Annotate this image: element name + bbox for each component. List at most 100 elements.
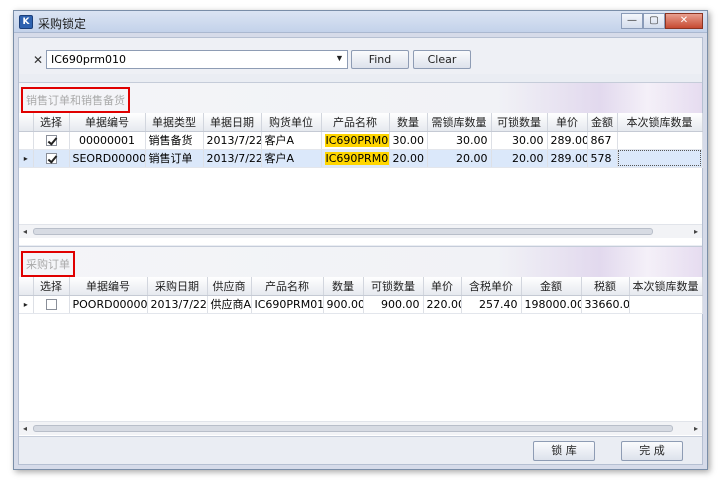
select-checkbox[interactable] [45,153,57,164]
scroll-right-icon[interactable]: ▸ [694,227,698,236]
column-header[interactable]: 产品名称 [251,277,324,296]
cell-lockable: 30.00 [491,131,548,150]
column-header[interactable]: 单据日期 [203,113,262,132]
table-row[interactable]: ▸SEORD000004销售订单2013/7/22客户AIC690PRM0102… [19,149,703,168]
column-header[interactable]: 购货单位 [261,113,322,132]
cell-customer: 客户A [261,149,322,168]
purchase-orders-grid[interactable]: 选择 单据编号 采购日期 供应商 产品名称 数量 可锁数量 单价 含税单价 金额 税额 本次锁库数量 … [19,277,703,314]
finish-button[interactable]: 完 成 [621,441,683,461]
column-header[interactable]: 选择 [33,277,70,296]
cell-amount: 867 [587,131,618,150]
close-button[interactable]: ✕ [665,13,703,29]
sales-orders-section: 销售订单和销售备货 选择 单据编号 单据类型 单据日期 购货单位 产品名称 数量 需锁库数量可… [19,82,703,245]
column-header[interactable]: 金额 [587,113,618,132]
filter-bar: ✕ IC690prm010 ▼ Find Clear [19,38,702,74]
cell-qty: 900.00 [323,295,364,314]
column-header[interactable]: 单价 [423,277,462,296]
select-cell[interactable] [33,131,70,150]
cell-tax-price: 257.40 [461,295,522,314]
product-name-highlight: IC690PRM010 [324,151,388,165]
cell-this-lock[interactable] [617,131,703,150]
cell-product: IC690PRM010 [251,295,324,314]
lock-stock-button[interactable]: 锁 库 [533,441,595,461]
cell-product: IC690PRM010 [321,131,390,150]
window-title: 采购锁定 [38,17,87,31]
row-header-corner [19,277,34,296]
cell-doc-no: POORD000005 [69,295,148,314]
cell-need-lock: 30.00 [427,131,492,150]
window-controls: — ▢ ✕ [621,13,703,29]
product-filter-combobox[interactable]: IC690prm010 [46,50,348,69]
column-header[interactable]: 需锁库数量 [427,113,492,132]
scroll-thumb[interactable] [33,228,653,235]
product-name-highlight: IC690PRM010 [324,133,388,147]
cell-qty: 30.00 [389,131,428,150]
column-header[interactable]: 单据编号 [69,113,146,132]
column-header[interactable]: 产品名称 [321,113,390,132]
window-body: ✕ IC690prm010 ▼ Find Clear 销售订单和销售备货 选择单… [18,37,703,465]
sales-section-label: 销售订单和销售备货 [21,87,130,113]
cell-amount: 578 [587,149,618,168]
column-header[interactable]: 含税单价 [461,277,522,296]
purchase-section-label: 采购订单 [21,251,75,277]
table-row[interactable]: ▸POORD0000052013/7/22供应商AIC690PRM010900.… [19,295,703,314]
cell-doc-type: 销售备货 [145,131,204,150]
chevron-down-icon[interactable]: ▼ [335,53,344,63]
purchase-lock-window: K 采购锁定 — ▢ ✕ ✕ IC690prm010 ▼ Find Clear … [13,10,708,470]
table-row[interactable]: 00000001销售备货2013/7/22客户AIC690PRM01030.00… [19,131,703,150]
cell-amount: 198000.00 [521,295,582,314]
cell-price: 289.00 [547,131,588,150]
column-header[interactable]: 选择 [33,113,70,132]
cell-this-lock[interactable] [629,295,703,314]
column-header[interactable]: 本次锁库数量 [629,277,703,296]
sales-section-header: 销售订单和销售备货 [19,83,702,113]
column-header[interactable]: 单价 [547,113,588,132]
clear-button[interactable]: Clear [413,50,471,69]
minimize-button[interactable]: — [621,13,643,29]
select-checkbox[interactable] [45,135,57,146]
cell-date: 2013/7/22 [147,295,208,314]
purchase-horizontal-scrollbar[interactable]: ◂ ▸ [19,421,702,435]
cell-need-lock: 20.00 [427,149,492,168]
cell-lockable: 900.00 [363,295,424,314]
scroll-thumb[interactable] [33,425,673,432]
column-header[interactable]: 单据编号 [69,277,148,296]
column-header[interactable]: 可锁数量 [363,277,424,296]
scroll-left-icon[interactable]: ◂ [23,227,27,236]
cell-this-lock[interactable] [617,149,703,168]
cell-price: 289.00 [547,149,588,168]
column-header[interactable]: 税额 [581,277,630,296]
cell-tax: 33660.0 [581,295,630,314]
scroll-right-icon[interactable]: ▸ [694,424,698,433]
row-pointer-icon [19,131,34,150]
purchase-section-header: 采购订单 [19,247,702,277]
column-header[interactable]: 金额 [521,277,582,296]
column-header[interactable]: 采购日期 [147,277,208,296]
column-header[interactable]: 数量 [323,277,364,296]
scroll-left-icon[interactable]: ◂ [23,424,27,433]
sales-horizontal-scrollbar[interactable]: ◂ ▸ [19,224,702,238]
column-header[interactable]: 单据类型 [145,113,204,132]
row-header-corner [19,113,34,132]
sales-orders-grid[interactable]: 选择 单据编号 单据类型 单据日期 购货单位 产品名称 数量 需锁库数量 可锁数量 单价 金额 本次锁… [19,113,703,168]
maximize-button[interactable]: ▢ [643,13,665,29]
row-pointer-icon: ▸ [19,295,34,314]
column-header[interactable]: 供应商 [207,277,252,296]
select-cell[interactable] [33,149,70,168]
title-bar: K 采购锁定 — ▢ ✕ [14,11,707,33]
footer-bar: 锁 库 完 成 [19,436,702,464]
cell-doc-no: SEORD000004 [69,149,146,168]
column-header[interactable]: 可锁数量 [491,113,548,132]
clear-filter-icon[interactable]: ✕ [33,53,43,67]
cell-doc-type: 销售订单 [145,149,204,168]
purchase-orders-section: 采购订单 选择 单据编号 采购日期 供应商 产品名称 数量 可锁数量 单价 含税单价 金额 税额 本次… [19,246,703,436]
select-checkbox[interactable] [45,299,57,310]
column-header[interactable]: 本次锁库数量 [617,113,703,132]
select-cell[interactable] [33,295,70,314]
cell-doc-no: 00000001 [69,131,146,150]
find-button[interactable]: Find [351,50,409,69]
cell-price: 220.00 [423,295,462,314]
cell-lockable: 20.00 [491,149,548,168]
column-header[interactable]: 数量 [389,113,428,132]
cell-qty: 20.00 [389,149,428,168]
